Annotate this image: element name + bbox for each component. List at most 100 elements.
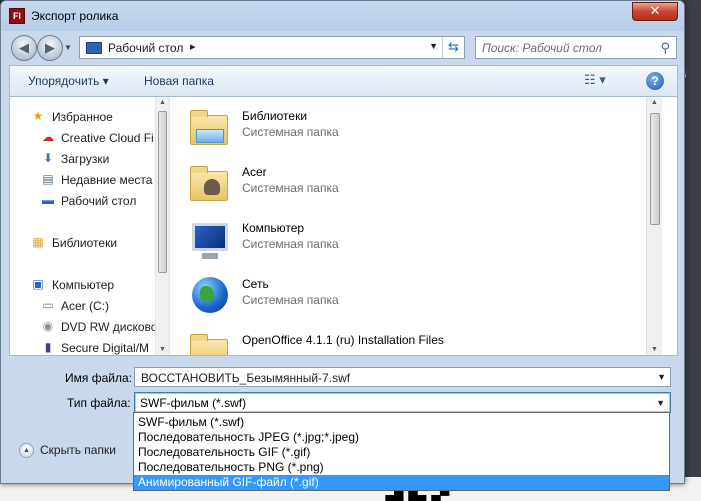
file-list: Библиотеки Системная папка Acer Системна… <box>170 97 662 355</box>
back-arrow-icon: ◀ <box>19 40 29 55</box>
nav-item-downloads[interactable]: ⬇ Загрузки <box>10 149 157 169</box>
scroll-up-arrow-icon[interactable]: ▲ <box>159 99 166 106</box>
downloads-icon: ⬇ <box>42 151 54 165</box>
forward-button[interactable]: ▶ <box>37 35 63 61</box>
nav-item-label: Acer (C:) <box>61 299 109 313</box>
forward-arrow-icon: ▶ <box>45 40 55 55</box>
help-button[interactable]: ? <box>646 72 664 90</box>
nav-item-label: Creative Cloud Fi <box>61 131 154 145</box>
search-box[interactable]: ⚲ <box>475 36 677 59</box>
nav-scroll-thumb[interactable] <box>158 111 167 273</box>
nav-item-label: Компьютер <box>52 278 115 292</box>
nav-item-drive-c[interactable]: ▭ Acer (C:) <box>10 296 157 316</box>
filetype-option-highlighted[interactable]: Анимированный GIF-файл (*.gif) <box>134 475 669 490</box>
collapse-up-icon: ▲ <box>19 443 34 458</box>
nav-item-label: Загрузки <box>61 152 110 166</box>
filetype-option[interactable]: SWF-фильм (*.swf) <box>134 415 669 430</box>
address-dropdown-icon[interactable]: ▼ <box>429 41 438 51</box>
dvd-drive-icon: ◉ <box>42 319 54 333</box>
breadcrumb-arrow-icon[interactable]: ▸ <box>190 40 196 53</box>
nav-item-creative-cloud[interactable]: ☁ Creative Cloud Fi <box>10 128 157 148</box>
address-bar[interactable]: Рабочий стол ▸ ▼ ⇆ <box>79 36 465 59</box>
title-bar[interactable]: Fl Экспорт ролика ✕ <box>1 1 684 31</box>
nav-item-computer[interactable]: ▣ Компьютер <box>10 275 157 295</box>
scroll-down-arrow-icon[interactable]: ▼ <box>159 346 166 353</box>
nav-item-label: DVD RW дисково <box>61 320 157 334</box>
computer-icon: ▣ <box>32 277 44 291</box>
view-options-icon: ☷ ▾ <box>584 72 606 87</box>
hide-folders-label: Скрыть папки <box>40 443 116 457</box>
new-folder-button[interactable]: Новая папка <box>144 74 214 88</box>
libraries-folder-icon <box>188 105 232 149</box>
browser-content: ★ Избранное ☁ Creative Cloud Fi ⬇ Загруз… <box>9 96 678 356</box>
nav-item-desktop[interactable]: ▬ Рабочий стол <box>10 191 157 211</box>
nav-item-label: Рабочий стол <box>61 194 137 208</box>
organize-button[interactable]: Упорядочить ▾ <box>28 74 109 88</box>
creative-cloud-icon: ☁ <box>42 130 54 144</box>
search-icon[interactable]: ⚲ <box>660 40 670 56</box>
file-item-libraries[interactable]: Библиотеки Системная папка <box>188 101 608 157</box>
nav-item-dvd-drive[interactable]: ◉ DVD RW дисково <box>10 317 157 337</box>
file-item-computer[interactable]: Компьютер Системная папка <box>188 213 608 269</box>
nav-item-label: Недавние места <box>61 173 153 187</box>
refresh-icon: ⇆ <box>448 39 459 54</box>
file-type: Системная папка <box>242 293 339 307</box>
desktop-location-icon <box>86 42 102 54</box>
nav-item-libraries[interactable]: ▦ Библиотеки <box>10 233 157 253</box>
filetype-option[interactable]: Последовательность PNG (*.png) <box>134 460 669 475</box>
command-toolbar: Упорядочить ▾ Новая папка ☷ ▾ ? <box>9 65 678 96</box>
filetype-option[interactable]: Последовательность GIF (*.gif) <box>134 445 669 460</box>
close-button[interactable]: ✕ <box>632 2 678 21</box>
nav-pane-scrollbar[interactable]: ▲ ▼ <box>155 97 169 355</box>
filetype-dropdown-list: SWF-фильм (*.swf) Последовательность JPE… <box>133 412 670 491</box>
refresh-button[interactable]: ⇆ <box>442 37 464 58</box>
filetype-option[interactable]: Последовательность JPEG (*.jpg;*.jpeg) <box>134 430 669 445</box>
scroll-down-arrow-icon[interactable]: ▼ <box>651 346 658 353</box>
desktop-icon: ▬ <box>42 193 54 207</box>
address-row: ◀ ▶ ▼ Рабочий стол ▸ ▼ ⇆ ⚲ <box>1 31 684 63</box>
filetype-dropdown-icon[interactable]: ▼ <box>656 398 665 408</box>
navigation-pane: ★ Избранное ☁ Creative Cloud Fi ⬇ Загруз… <box>10 97 157 355</box>
user-folder-icon <box>188 161 232 205</box>
scroll-up-arrow-icon[interactable]: ▲ <box>651 99 658 106</box>
file-item-network[interactable]: Сеть Системная папка <box>188 269 608 325</box>
file-item-openoffice[interactable]: OpenOffice 4.1.1 (ru) Installation Files <box>188 325 608 355</box>
address-location[interactable]: Рабочий стол <box>108 41 183 55</box>
recent-places-icon: ▤ <box>42 172 54 186</box>
filetype-select[interactable]: SWF-фильм (*.swf) ▼ <box>134 392 671 413</box>
network-globe-icon <box>188 273 232 317</box>
nav-item-label: Secure Digital/M <box>61 341 150 355</box>
star-icon: ★ <box>32 109 44 123</box>
file-name: Компьютер <box>242 221 305 235</box>
file-name: OpenOffice 4.1.1 (ru) Installation Files <box>242 333 444 347</box>
file-type: Системная папка <box>242 237 339 251</box>
filename-field[interactable]: ВОССТАНОВИТЬ_Безымянный-7.swf ▼ <box>134 367 671 387</box>
computer-icon <box>188 217 232 261</box>
file-list-scrollbar[interactable]: ▲ ▼ <box>646 97 662 355</box>
drive-icon: ▭ <box>42 298 54 312</box>
change-view-button[interactable]: ☷ ▾ <box>584 72 606 88</box>
history-dropdown-icon[interactable]: ▼ <box>64 43 72 52</box>
sd-card-icon: ▮ <box>44 340 52 354</box>
file-type: Системная папка <box>242 181 339 195</box>
nav-item-label: Избранное <box>52 110 113 124</box>
file-name: Библиотеки <box>242 109 308 123</box>
nav-item-sd-card[interactable]: ▮ Secure Digital/M <box>10 338 157 355</box>
search-input[interactable] <box>482 38 652 57</box>
file-name: Сеть <box>242 277 269 291</box>
filename-dropdown-icon[interactable]: ▼ <box>657 372 666 382</box>
file-item-acer[interactable]: Acer Системная папка <box>188 157 608 213</box>
filetype-value[interactable]: SWF-фильм (*.swf) <box>140 396 246 410</box>
back-button[interactable]: ◀ <box>11 35 37 61</box>
filename-label: Имя файла: <box>65 371 132 385</box>
nav-item-label: Библиотеки <box>52 236 118 250</box>
nav-item-recent-places[interactable]: ▤ Недавние места <box>10 170 157 190</box>
file-scroll-thumb[interactable] <box>650 113 660 225</box>
file-name: Acer <box>242 165 267 179</box>
filetype-label: Тип файла: <box>67 396 131 410</box>
libraries-icon: ▦ <box>32 235 44 249</box>
nav-item-favorites[interactable]: ★ Избранное <box>10 107 157 127</box>
filename-value[interactable]: ВОССТАНОВИТЬ_Безымянный-7.swf <box>141 371 350 385</box>
window-title: Экспорт ролика <box>31 9 119 23</box>
file-type: Системная папка <box>242 125 339 139</box>
